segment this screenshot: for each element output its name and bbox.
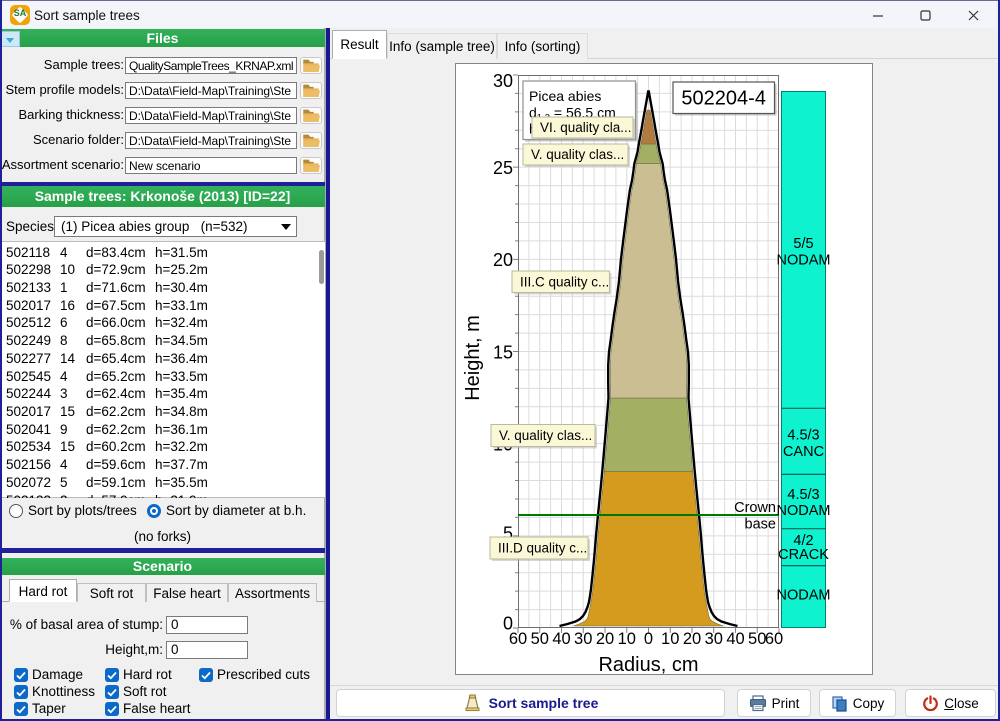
- svg-text:Height, m: Height, m: [462, 315, 484, 401]
- svg-text:30: 30: [574, 630, 592, 648]
- svg-text:5/5: 5/5: [793, 236, 813, 252]
- svg-text:base: base: [745, 517, 776, 533]
- svg-text:40: 40: [552, 630, 570, 648]
- svg-text:15: 15: [493, 343, 513, 363]
- svg-text:CRACK: CRACK: [778, 547, 829, 563]
- svg-text:10: 10: [618, 630, 636, 648]
- svg-text:30: 30: [705, 630, 723, 648]
- svg-text:III.D quality c...: III.D quality c...: [498, 541, 587, 556]
- svg-text:20: 20: [683, 630, 701, 648]
- svg-text:50: 50: [531, 630, 549, 648]
- svg-text:VI. quality cla...: VI. quality cla...: [540, 120, 632, 135]
- svg-text:4.5/3: 4.5/3: [787, 487, 819, 503]
- svg-text:50: 50: [748, 630, 766, 648]
- svg-text:25: 25: [493, 158, 513, 178]
- svg-text:20: 20: [493, 250, 513, 270]
- svg-text:III.C quality c...: III.C quality c...: [520, 274, 609, 289]
- svg-text:60: 60: [765, 630, 783, 648]
- svg-text:502204-4: 502204-4: [681, 88, 766, 110]
- svg-text:V. quality clas...: V. quality clas...: [531, 147, 624, 162]
- svg-text:4.5/3: 4.5/3: [787, 428, 819, 444]
- svg-text:NODAM: NODAM: [777, 588, 831, 604]
- svg-text:0: 0: [503, 614, 513, 634]
- svg-text:Crown: Crown: [734, 500, 776, 516]
- svg-text:30: 30: [493, 71, 513, 91]
- svg-text:Picea abies: Picea abies: [529, 88, 601, 104]
- svg-text:NODAM: NODAM: [777, 503, 831, 519]
- svg-text:20: 20: [596, 630, 614, 648]
- svg-text:CANC: CANC: [783, 444, 824, 460]
- svg-text:V. quality clas...: V. quality clas...: [499, 428, 592, 443]
- svg-text:10: 10: [661, 630, 679, 648]
- svg-text:0: 0: [644, 630, 653, 648]
- svg-text:NODAM: NODAM: [777, 253, 831, 269]
- svg-text:Radius, cm: Radius, cm: [598, 654, 698, 675]
- svg-text:40: 40: [726, 630, 744, 648]
